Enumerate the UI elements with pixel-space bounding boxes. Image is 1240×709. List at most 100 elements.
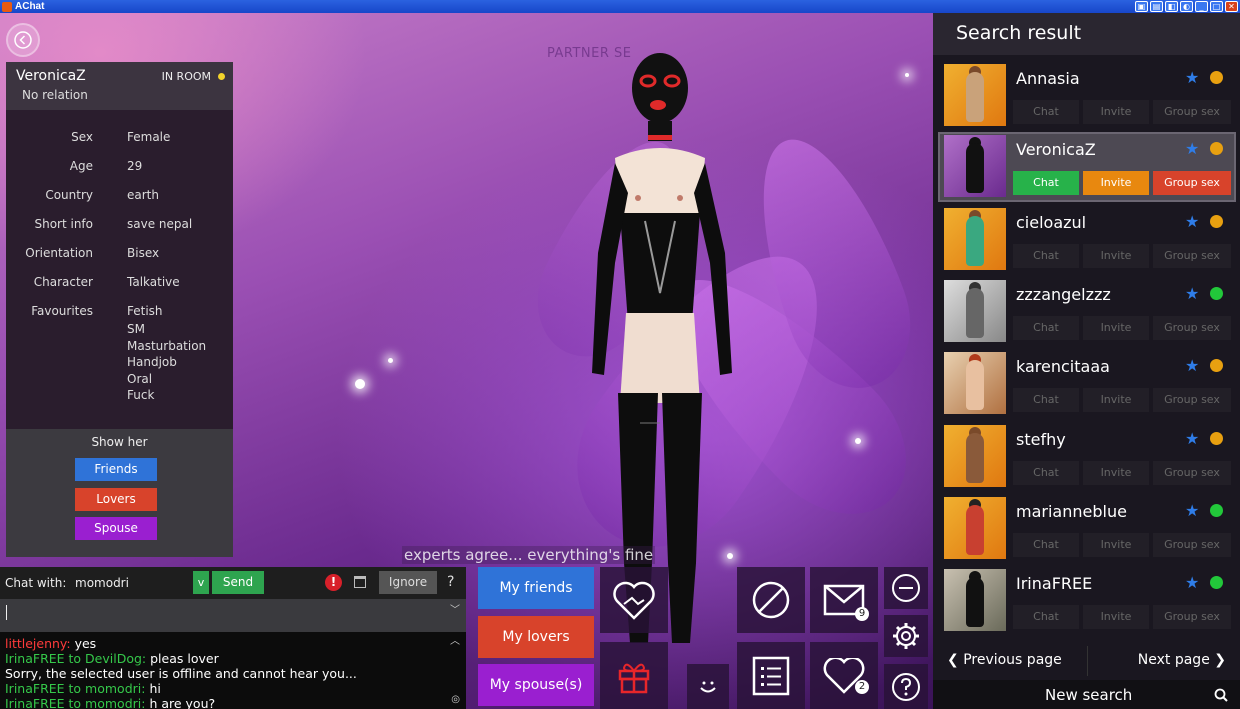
chat-button[interactable]: Chat bbox=[1013, 461, 1079, 485]
user-thumbnail[interactable] bbox=[944, 280, 1006, 342]
user-thumbnail[interactable] bbox=[944, 569, 1006, 631]
group-sex-button[interactable]: Group sex bbox=[1153, 316, 1231, 340]
window-extra-button-3[interactable]: ◧ bbox=[1165, 1, 1178, 12]
chat-button[interactable]: Chat bbox=[1013, 388, 1079, 412]
show-lovers-button[interactable]: Lovers bbox=[75, 488, 157, 511]
chevron-down-icon[interactable]: ﹀ bbox=[450, 601, 460, 616]
user-name[interactable]: stefhy bbox=[1016, 430, 1066, 449]
invite-button[interactable]: Invite bbox=[1083, 171, 1149, 195]
user-name[interactable]: Annasia bbox=[1016, 69, 1080, 88]
emoticon-tile[interactable] bbox=[687, 664, 729, 709]
window-extra-button-2[interactable]: ▤ bbox=[1150, 1, 1163, 12]
invite-button[interactable]: Invite bbox=[1083, 533, 1149, 557]
user-thumbnail[interactable] bbox=[944, 425, 1006, 487]
window-extra-button-1[interactable]: ▣ bbox=[1135, 1, 1148, 12]
my-lovers-button[interactable]: My lovers bbox=[478, 616, 594, 658]
chat-line: IrinaFREE to momodri: h are you? bbox=[5, 696, 216, 709]
chat-button[interactable]: Chat bbox=[1013, 316, 1079, 340]
chat-button[interactable]: Chat bbox=[1013, 605, 1079, 629]
star-icon[interactable]: ★ bbox=[1185, 573, 1199, 592]
recipient-dropdown-button[interactable]: v bbox=[193, 571, 209, 594]
block-tile[interactable] bbox=[737, 567, 805, 633]
chat-button[interactable]: Chat bbox=[1013, 171, 1079, 195]
help-tile[interactable] bbox=[884, 664, 928, 709]
previous-page-button[interactable]: ❮ Previous page bbox=[947, 652, 1062, 668]
user-thumbnail[interactable] bbox=[944, 135, 1006, 197]
invite-button[interactable]: Invite bbox=[1083, 100, 1149, 124]
user-thumbnail[interactable] bbox=[944, 352, 1006, 414]
chat-input[interactable]: ﹀ bbox=[0, 599, 466, 632]
user-name[interactable]: VeronicaZ bbox=[1016, 140, 1096, 159]
close-button[interactable]: ✕ bbox=[1225, 1, 1238, 12]
help-icon[interactable]: ? bbox=[447, 574, 454, 590]
star-icon[interactable]: ★ bbox=[1185, 139, 1199, 158]
user-name[interactable]: karencitaaa bbox=[1016, 357, 1110, 376]
search-result-item[interactable]: karencitaaa ★ Chat Invite Group sex bbox=[938, 349, 1236, 419]
send-button[interactable]: Send bbox=[212, 571, 264, 594]
chat-button[interactable]: Chat bbox=[1013, 244, 1079, 268]
user-name[interactable]: cieloazul bbox=[1016, 213, 1086, 232]
user-name[interactable]: IrinaFREE bbox=[1016, 574, 1092, 593]
group-sex-button[interactable]: Group sex bbox=[1153, 171, 1231, 195]
chat-button[interactable]: Chat bbox=[1013, 533, 1079, 557]
invite-button[interactable]: Invite bbox=[1083, 461, 1149, 485]
star-icon[interactable]: ★ bbox=[1185, 284, 1199, 303]
group-sex-button[interactable]: Group sex bbox=[1153, 100, 1231, 124]
invite-button[interactable]: Invite bbox=[1083, 244, 1149, 268]
search-result-item[interactable]: stefhy ★ Chat Invite Group sex bbox=[938, 422, 1236, 492]
user-thumbnail[interactable] bbox=[944, 208, 1006, 270]
group-sex-button[interactable]: Group sex bbox=[1153, 244, 1231, 268]
invite-button[interactable]: Invite bbox=[1083, 388, 1149, 412]
alert-icon[interactable]: ! bbox=[325, 574, 342, 591]
user-thumbnail[interactable] bbox=[944, 497, 1006, 559]
star-icon[interactable]: ★ bbox=[1185, 429, 1199, 448]
group-sex-button[interactable]: Group sex bbox=[1153, 388, 1231, 412]
new-search-button[interactable]: New search bbox=[933, 680, 1240, 709]
star-icon[interactable]: ★ bbox=[1185, 68, 1199, 87]
search-result-item[interactable]: Annasia ★ Chat Invite Group sex bbox=[938, 61, 1236, 131]
next-page-button[interactable]: Next page ❯ bbox=[1138, 652, 1226, 668]
search-result-item[interactable]: zzzangelzzz ★ Chat Invite Group sex bbox=[938, 277, 1236, 347]
search-result-item[interactable]: IrinaFREE ★ Chat Invite Group sex bbox=[938, 566, 1236, 636]
window-icon[interactable] bbox=[354, 576, 366, 588]
user-name[interactable]: zzzangelzzz bbox=[1016, 285, 1111, 304]
chat-button[interactable]: Chat bbox=[1013, 100, 1079, 124]
online-status-icon bbox=[1210, 142, 1223, 155]
online-status-icon bbox=[1210, 215, 1223, 228]
chat-recipient[interactable]: momodri bbox=[75, 576, 129, 590]
question-circle-icon bbox=[892, 672, 920, 701]
list-tile[interactable] bbox=[737, 642, 805, 709]
show-spouse-button[interactable]: Spouse bbox=[75, 517, 157, 540]
user-name[interactable]: marianneblue bbox=[1016, 502, 1127, 521]
group-sex-button[interactable]: Group sex bbox=[1153, 533, 1231, 557]
chat-log[interactable]: littlejenny: yes IrinaFREE to DevilDog: … bbox=[0, 632, 466, 709]
settings-tile[interactable] bbox=[884, 615, 928, 657]
group-sex-button[interactable]: Group sex bbox=[1153, 605, 1231, 629]
minimize-button[interactable]: _ bbox=[1195, 1, 1208, 12]
scroll-up-icon[interactable]: ︿ bbox=[450, 634, 460, 649]
search-result-item[interactable]: marianneblue ★ Chat Invite Group sex bbox=[938, 494, 1236, 564]
relationship-tile[interactable] bbox=[600, 567, 668, 633]
search-result-item-selected[interactable]: VeronicaZ ★ Chat Invite Group sex bbox=[938, 132, 1236, 202]
invite-button[interactable]: Invite bbox=[1083, 316, 1149, 340]
likes-tile[interactable]: 2 bbox=[810, 642, 878, 709]
gift-tile[interactable] bbox=[600, 642, 668, 709]
show-friends-button[interactable]: Friends bbox=[75, 458, 157, 481]
my-friends-button[interactable]: My friends bbox=[478, 567, 594, 609]
star-icon[interactable]: ★ bbox=[1185, 356, 1199, 375]
minimize-tile[interactable] bbox=[884, 567, 928, 609]
maximize-button[interactable]: □ bbox=[1210, 1, 1223, 12]
ignore-button[interactable]: Ignore bbox=[379, 571, 437, 594]
invite-button[interactable]: Invite bbox=[1083, 605, 1149, 629]
group-sex-button[interactable]: Group sex bbox=[1153, 461, 1231, 485]
star-icon[interactable]: ★ bbox=[1185, 212, 1199, 231]
scroll-down-icon[interactable]: ◎ bbox=[451, 692, 460, 707]
window-extra-button-4[interactable]: ◐ bbox=[1180, 1, 1193, 12]
search-result-item[interactable]: cieloazul ★ Chat Invite Group sex bbox=[938, 205, 1236, 275]
my-spouses-button[interactable]: My spouse(s) bbox=[478, 664, 594, 706]
back-button[interactable] bbox=[6, 23, 40, 57]
star-icon[interactable]: ★ bbox=[1185, 501, 1199, 520]
messages-tile[interactable]: 9 bbox=[810, 567, 878, 633]
scene-caption: experts agree... everything's fine bbox=[402, 546, 656, 564]
user-thumbnail[interactable] bbox=[944, 64, 1006, 126]
